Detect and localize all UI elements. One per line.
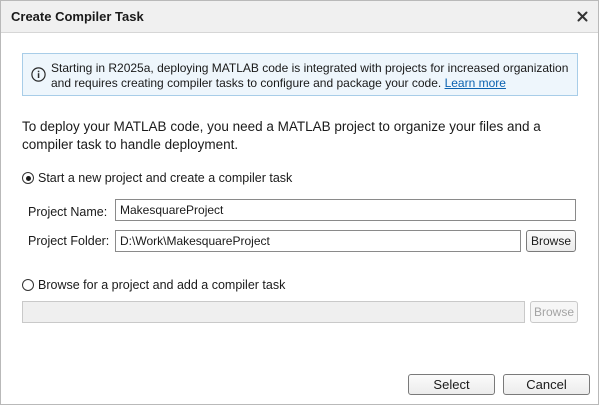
info-icon [31,67,46,82]
select-button[interactable]: Select [408,374,495,395]
radio-new-project[interactable]: Start a new project and create a compile… [22,171,292,185]
project-name-input[interactable] [115,199,576,221]
dialog-title: Create Compiler Task [11,9,144,24]
learn-more-link[interactable]: Learn more [445,76,506,90]
radio-existing-project-button[interactable] [22,279,34,291]
radio-new-project-button[interactable] [22,172,34,184]
close-icon[interactable] [572,6,592,26]
info-banner: Starting in R2025a, deploying MATLAB cod… [22,53,578,96]
description-text: To deploy your MATLAB code, you need a M… [22,119,541,152]
info-text: Starting in R2025a, deploying MATLAB cod… [51,61,571,91]
project-folder-input[interactable] [115,230,521,252]
title-bar[interactable]: Create Compiler Task [1,1,598,33]
browse-project-button[interactable]: Browse [530,301,578,323]
radio-existing-project-label: Browse for a project and add a compiler … [38,278,286,292]
project-name-label: Project Name: [28,205,108,219]
cancel-button[interactable]: Cancel [503,374,590,395]
browse-folder-button[interactable]: Browse [526,230,576,252]
project-folder-label: Project Folder: [28,234,110,248]
radio-new-project-label: Start a new project and create a compile… [38,171,293,185]
radio-existing-project[interactable]: Browse for a project and add a compiler … [22,278,285,292]
existing-project-path-input[interactable] [22,301,525,323]
create-compiler-task-dialog: Create Compiler Task Starting in R2025a,… [0,0,599,405]
